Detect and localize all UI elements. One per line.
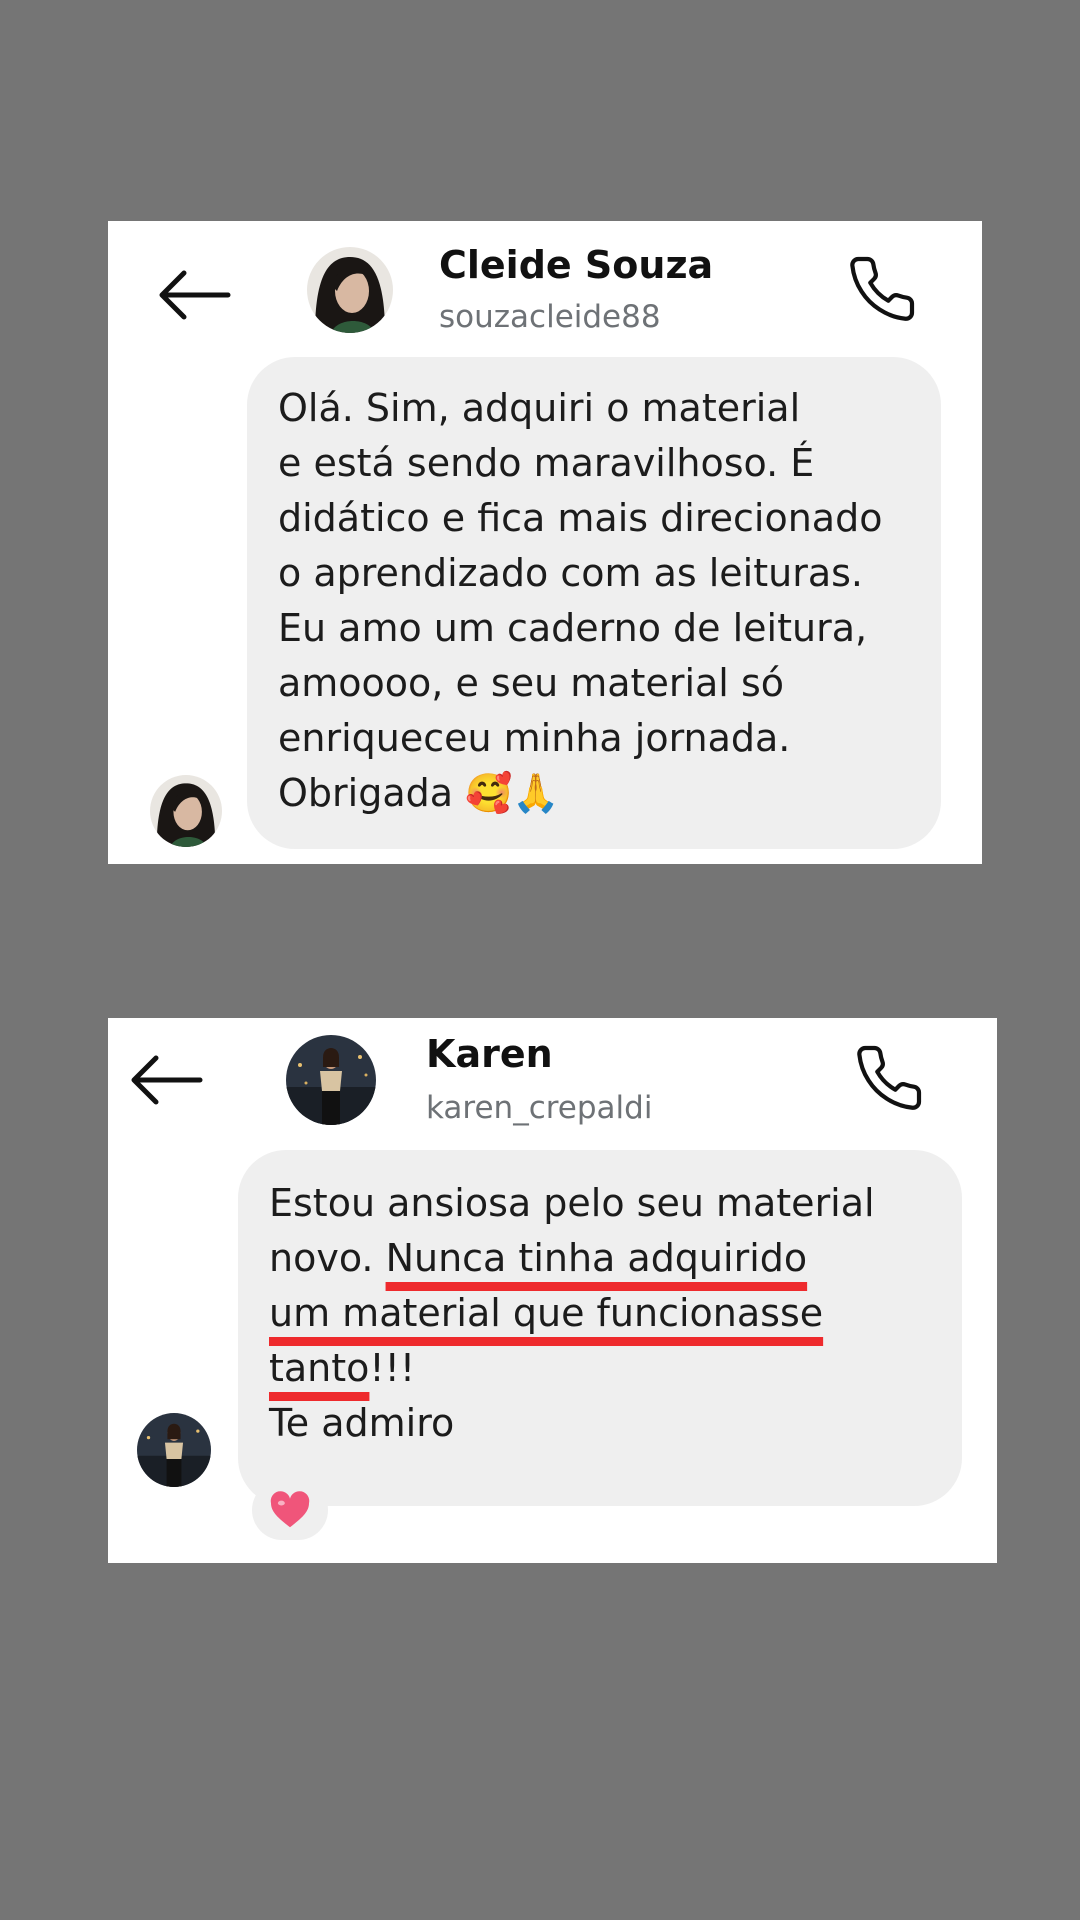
message-text-line: Olá. Sim, adquiri o material — [278, 386, 801, 430]
message-text-line: didático e fica mais direcionado — [278, 496, 883, 540]
phone-icon — [850, 256, 915, 321]
underlined-text: tanto — [269, 1346, 370, 1390]
contact-handle: karen_crepaldi — [426, 1090, 653, 1126]
underlined-text: Nunca tinha adquirido — [385, 1236, 808, 1280]
call-button[interactable] — [853, 1042, 925, 1114]
message-text: !!! — [369, 1346, 416, 1390]
phone-icon — [857, 1045, 922, 1110]
message-text-line: um material que funcionasse — [269, 1286, 962, 1341]
chat-card-karen: Karen karen_crepaldi Estou ansiosa pelo … — [108, 1018, 997, 1563]
message-text-line: enriqueceu minha jornada. — [278, 716, 791, 760]
message-bubble[interactable]: Estou ansiosa pelo seu material novo. Nu… — [238, 1150, 962, 1506]
contact-handle: souzacleide88 — [439, 299, 661, 335]
back-button[interactable] — [128, 1054, 204, 1106]
message-text-line: tanto!!! — [269, 1341, 962, 1396]
avatar[interactable] — [286, 1035, 376, 1125]
message-text-line: Obrigada 🥰🙏 — [278, 771, 560, 815]
arrow-left-icon — [159, 270, 231, 320]
sender-avatar[interactable] — [150, 775, 222, 847]
sender-avatar[interactable] — [137, 1413, 211, 1487]
message-text-line: novo. Nunca tinha adquirido — [269, 1231, 962, 1286]
message-text-line: Te admiro — [269, 1396, 962, 1451]
message-text-line: amoooo, e seu material só — [278, 661, 784, 705]
message-text-line: Eu amo um caderno de leitura, — [278, 606, 868, 650]
message-text-line: o aprendizado com as leituras. — [278, 551, 864, 595]
message-text: novo. — [269, 1236, 386, 1280]
chat-card-cleide: Cleide Souza souzacleide88 Olá. Sim, adq… — [108, 221, 982, 864]
message-text: Estou ansiosa pelo seu material — [269, 1181, 875, 1225]
message-bubble[interactable]: Olá. Sim, adquiri o material e está send… — [247, 357, 941, 849]
call-button[interactable] — [846, 253, 918, 325]
heart-icon — [270, 1491, 310, 1528]
message-text-line: Estou ansiosa pelo seu material — [269, 1176, 962, 1231]
underlined-text: um material que funcionasse — [269, 1291, 824, 1335]
back-button[interactable] — [156, 269, 232, 321]
message-text: Te admiro — [269, 1401, 455, 1445]
contact-name[interactable]: Karen — [426, 1032, 553, 1076]
reaction-badge[interactable] — [252, 1480, 328, 1540]
arrow-left-icon — [131, 1055, 203, 1105]
avatar[interactable] — [307, 247, 393, 333]
contact-name[interactable]: Cleide Souza — [439, 243, 713, 287]
message-text-line: e está sendo maravilhoso. É — [278, 441, 815, 485]
